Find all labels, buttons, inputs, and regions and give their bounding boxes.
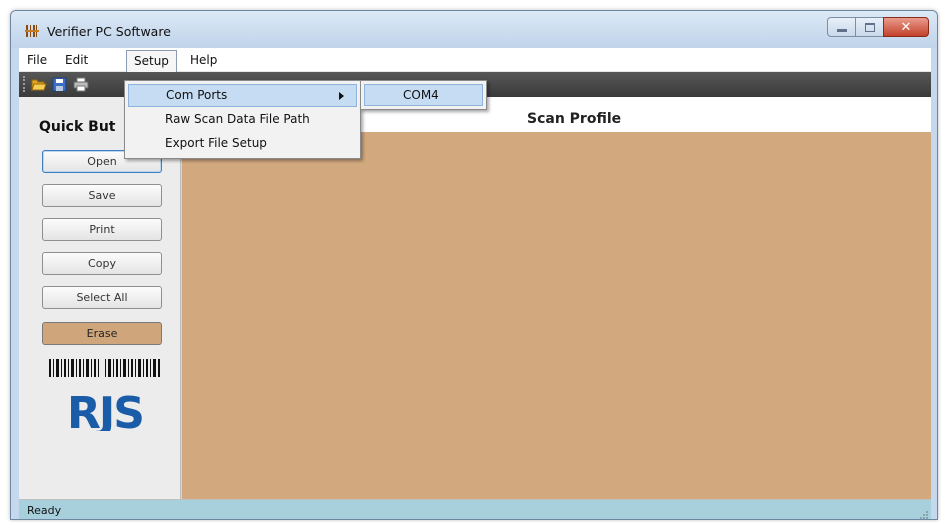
rjs-logo: RJS	[49, 359, 161, 439]
resize-grip-icon[interactable]	[918, 508, 928, 519]
scan-profile-area[interactable]	[182, 132, 931, 499]
save-disk-icon[interactable]	[52, 77, 68, 92]
svg-text:RJS: RJS	[67, 388, 143, 431]
submenu-arrow-icon	[339, 92, 344, 100]
print-button[interactable]: Print	[42, 218, 162, 241]
app-icon[interactable]	[25, 24, 39, 38]
close-button[interactable]: ✕	[883, 17, 929, 37]
menu-setup[interactable]: Setup	[126, 50, 177, 72]
menu-item-export-setup[interactable]: Export File Setup	[128, 132, 357, 155]
menu-bar: File Edit Setup Help	[19, 48, 931, 72]
scan-profile-title: Scan Profile	[527, 111, 622, 127]
menu-item-com4[interactable]: COM4	[364, 84, 483, 106]
menu-file[interactable]: File	[27, 53, 47, 67]
menu-item-com-ports[interactable]: Com Ports	[128, 84, 357, 107]
menu-item-raw-scan-path[interactable]: Raw Scan Data File Path	[128, 108, 357, 131]
title-bar[interactable]: Verifier PC Software ✕	[11, 11, 937, 48]
save-button[interactable]: Save	[42, 184, 162, 207]
com-ports-label: Com Ports	[166, 88, 228, 102]
close-icon: ✕	[900, 19, 912, 35]
minimize-button[interactable]	[827, 17, 855, 37]
com-ports-submenu: COM4	[360, 80, 487, 110]
toolbar-grip[interactable]	[23, 76, 25, 92]
setup-menu-dropdown: Com Ports Raw Scan Data File Path Export…	[124, 80, 361, 159]
erase-button[interactable]: Erase	[42, 322, 162, 345]
window-controls: ✕	[827, 17, 929, 37]
status-text: Ready	[27, 504, 62, 517]
open-folder-icon[interactable]	[31, 77, 47, 92]
select-all-button[interactable]: Select All	[42, 286, 162, 309]
quick-buttons-heading: Quick But	[39, 119, 116, 135]
menu-edit[interactable]: Edit	[65, 53, 88, 67]
window-title: Verifier PC Software	[47, 24, 171, 39]
status-bar: Ready	[19, 499, 931, 519]
minimize-icon	[836, 28, 847, 32]
copy-button[interactable]: Copy	[42, 252, 162, 275]
maximize-button[interactable]	[855, 17, 883, 37]
maximize-icon	[864, 22, 875, 32]
menu-help[interactable]: Help	[190, 53, 217, 67]
print-icon[interactable]	[73, 77, 89, 92]
